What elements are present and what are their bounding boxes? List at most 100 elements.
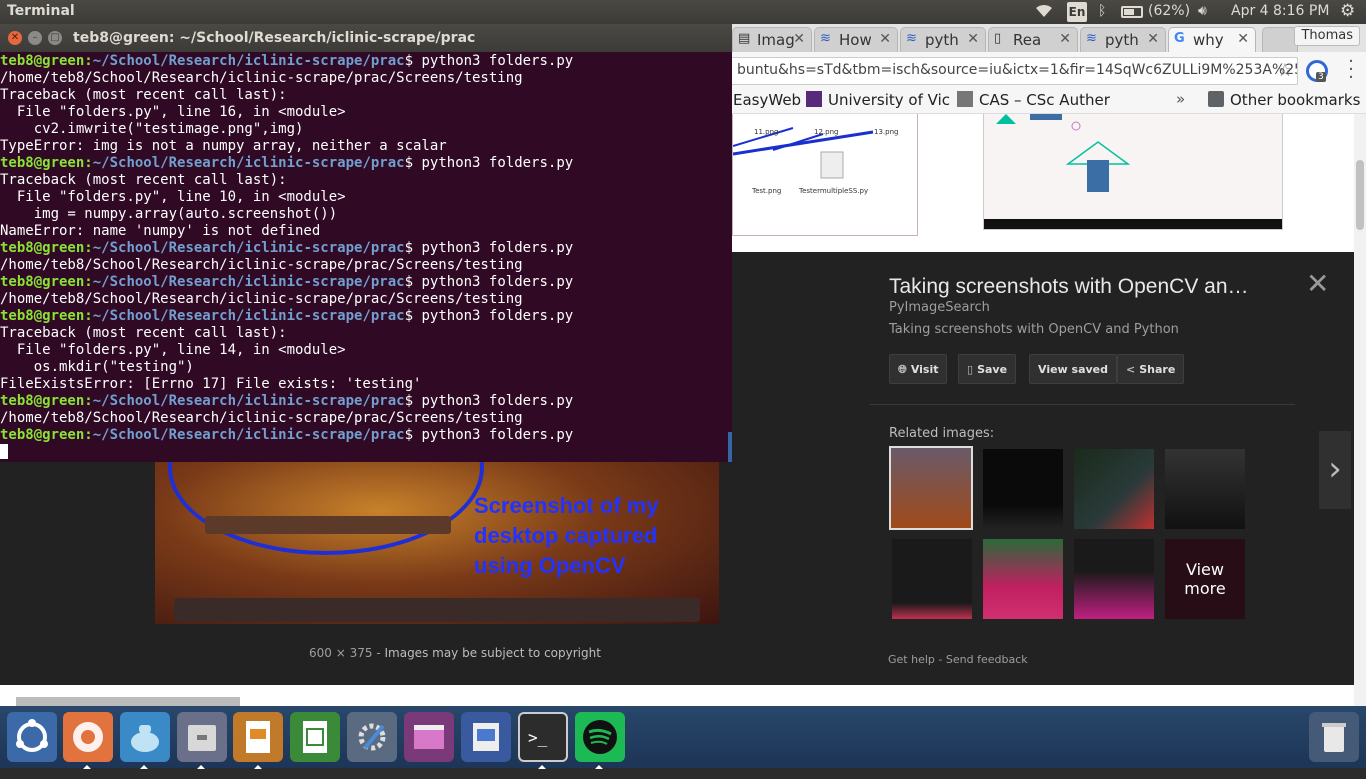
calc-icon[interactable] bbox=[290, 712, 340, 762]
related-image-thumb[interactable] bbox=[892, 539, 972, 619]
related-image-thumb[interactable] bbox=[1074, 539, 1154, 619]
profile-button[interactable]: Thomas bbox=[1294, 26, 1360, 46]
address-bar[interactable]: buntu&hs=sTd&tbm=isch&source=iu&ictx=1&f… bbox=[730, 57, 1298, 85]
chromium-icon[interactable] bbox=[63, 712, 113, 762]
command-text: python3 folders.py bbox=[413, 155, 574, 171]
terminal-titlebar[interactable]: ✕ – □ teb8@green: ~/School/Research/icli… bbox=[0, 24, 732, 52]
trash-icon[interactable] bbox=[1309, 712, 1359, 762]
browser-tab[interactable]: ≋ pyth ✕ bbox=[900, 27, 986, 52]
related-image-thumb[interactable] bbox=[983, 449, 1063, 529]
prompt-separator: : bbox=[84, 274, 93, 290]
output-text: /home/teb8/School/Research/iclinic-scrap… bbox=[0, 410, 523, 426]
close-icon[interactable]: ✕ bbox=[1059, 31, 1071, 47]
result-title[interactable]: Taking screenshots with OpenCV an… bbox=[889, 275, 1289, 299]
keyboard-language-indicator[interactable]: En bbox=[1067, 2, 1087, 22]
files-icon[interactable] bbox=[177, 712, 227, 762]
close-icon[interactable]: ✕ bbox=[1147, 31, 1159, 47]
prompt-separator: : bbox=[84, 427, 93, 443]
related-image-thumb[interactable] bbox=[889, 446, 973, 530]
bookmark-star-icon[interactable]: ☆ bbox=[1277, 60, 1293, 81]
bookmark-cas[interactable]: CAS – CSc Auther bbox=[957, 91, 1110, 109]
output-text: os.mkdir("testing") bbox=[0, 359, 194, 375]
impress-icon[interactable] bbox=[233, 712, 283, 762]
running-indicator bbox=[254, 765, 262, 769]
prompt-user: teb8@green bbox=[0, 308, 85, 324]
send-feedback-link[interactable]: Send feedback bbox=[946, 653, 1028, 666]
visit-button[interactable]: 🌐︎ Visit bbox=[889, 354, 948, 384]
view-saved-button[interactable]: View saved bbox=[1029, 354, 1118, 384]
scrollbar-thumb[interactable] bbox=[1356, 160, 1364, 230]
minimize-window-icon[interactable]: – bbox=[28, 31, 42, 45]
preview-caption: Screenshot of my desktop captured using … bbox=[474, 493, 659, 578]
wifi-icon[interactable] bbox=[1034, 3, 1054, 23]
stackoverflow-icon: ≋ bbox=[906, 31, 917, 46]
other-bookmarks[interactable]: Other bookmarks bbox=[1208, 91, 1360, 109]
terminal-line: /home/teb8/School/Research/iclinic-scrap… bbox=[0, 70, 732, 87]
terminal-window[interactable]: ✕ – □ teb8@green: ~/School/Research/icli… bbox=[0, 24, 732, 462]
result-thumbnail[interactable]: 11.png 12.png 13.png Test.png Testermult… bbox=[732, 114, 918, 236]
prompt-dollar: $ bbox=[404, 53, 414, 69]
tea-icon[interactable] bbox=[120, 712, 170, 762]
terminal-icon[interactable]: >_ bbox=[518, 712, 568, 762]
save-label: Save bbox=[977, 363, 1008, 376]
get-help-link[interactable]: Get help bbox=[888, 653, 935, 666]
prompt-separator: : bbox=[84, 155, 93, 171]
share-button[interactable]: < Share bbox=[1117, 354, 1185, 384]
ubuntu-dash-icon[interactable] bbox=[7, 712, 57, 762]
file-label: 11.png bbox=[754, 128, 779, 136]
browser-tab-active[interactable]: G why ✕ bbox=[1168, 27, 1256, 52]
top-panel: Terminal En ᛒ (62%) 🔊︎ Apr 4 8:16 PM ⚙ bbox=[0, 0, 1366, 24]
terminal-title: teb8@green: ~/School/Research/iclinic-sc… bbox=[73, 30, 476, 46]
browser-tab[interactable]: ≋ How ✕ bbox=[814, 27, 898, 52]
window-icon[interactable] bbox=[404, 712, 454, 762]
browser-tab[interactable]: ▯ Rea ✕ bbox=[988, 27, 1078, 52]
prompt-separator: : bbox=[84, 308, 93, 324]
system-settings-icon[interactable] bbox=[347, 712, 397, 762]
prompt-user: teb8@green bbox=[0, 155, 85, 171]
settings-gear-icon[interactable]: ⚙ bbox=[1340, 1, 1355, 21]
volume-icon[interactable]: 🔊︎ bbox=[1198, 3, 1207, 19]
close-icon[interactable]: ✕ bbox=[1306, 270, 1329, 298]
view-more-button[interactable]: View more bbox=[1165, 539, 1245, 619]
related-image-thumb[interactable] bbox=[1074, 449, 1154, 529]
browser-menu-icon[interactable]: · · · bbox=[1343, 53, 1359, 87]
close-icon[interactable]: ✕ bbox=[967, 31, 979, 47]
terminal-scrollbar[interactable] bbox=[728, 432, 732, 462]
prompt-user: teb8@green bbox=[0, 53, 85, 69]
writer-doc-icon[interactable] bbox=[461, 712, 511, 762]
browser-tab[interactable]: ▤ Imag ✕ bbox=[732, 27, 812, 52]
bookmark-easyweb[interactable]: EasyWeb bbox=[733, 91, 801, 109]
terminal-line: /home/teb8/School/Research/iclinic-scrap… bbox=[0, 291, 732, 308]
output-text: img = numpy.array(auto.screenshot()) bbox=[0, 206, 338, 222]
terminal-line: cv2.imwrite("testimage.png",img) bbox=[0, 121, 732, 138]
terminal-output[interactable]: teb8@green:~/School/Research/iclinic-scr… bbox=[0, 52, 732, 462]
close-icon[interactable]: ✕ bbox=[793, 31, 805, 47]
result-thumbnail[interactable] bbox=[983, 114, 1283, 230]
related-image-thumb[interactable] bbox=[1165, 449, 1245, 529]
terminal-line: Traceback (most recent call last): bbox=[0, 325, 732, 342]
battery-icon[interactable] bbox=[1121, 6, 1143, 18]
footer-separator: - bbox=[938, 653, 943, 666]
new-tab-button[interactable] bbox=[1262, 27, 1298, 52]
running-indicator bbox=[83, 765, 91, 769]
maximize-window-icon[interactable]: □ bbox=[48, 31, 62, 45]
running-indicator bbox=[538, 765, 546, 769]
output-text: TypeError: img is not a numpy array, nei… bbox=[0, 138, 447, 154]
browser-tab[interactable]: ≋ pyth ✕ bbox=[1080, 27, 1166, 52]
file-label: 13.png bbox=[874, 128, 899, 136]
chevron-right-icon[interactable]: › bbox=[1319, 431, 1351, 509]
close-icon[interactable]: ✕ bbox=[879, 31, 891, 47]
terminal-line: teb8@green:~/School/Research/iclinic-scr… bbox=[0, 240, 732, 257]
spotify-icon[interactable] bbox=[575, 712, 625, 762]
bookmarks-overflow-button[interactable]: » bbox=[1176, 90, 1185, 108]
clock[interactable]: Apr 4 8:16 PM bbox=[1231, 3, 1329, 19]
close-window-icon[interactable]: ✕ bbox=[8, 31, 22, 45]
bookmark-icon: ▯ bbox=[967, 363, 974, 376]
related-image-thumb[interactable] bbox=[983, 539, 1063, 619]
save-button[interactable]: ▯ Save bbox=[958, 354, 1017, 384]
close-icon[interactable]: ✕ bbox=[1237, 31, 1249, 47]
command-text: python3 folders.py bbox=[413, 240, 574, 256]
bluetooth-icon[interactable]: ᛒ bbox=[1098, 3, 1106, 19]
result-source[interactable]: PyImageSearch bbox=[889, 300, 990, 315]
bookmark-uvic[interactable]: University of Vic bbox=[806, 91, 950, 109]
